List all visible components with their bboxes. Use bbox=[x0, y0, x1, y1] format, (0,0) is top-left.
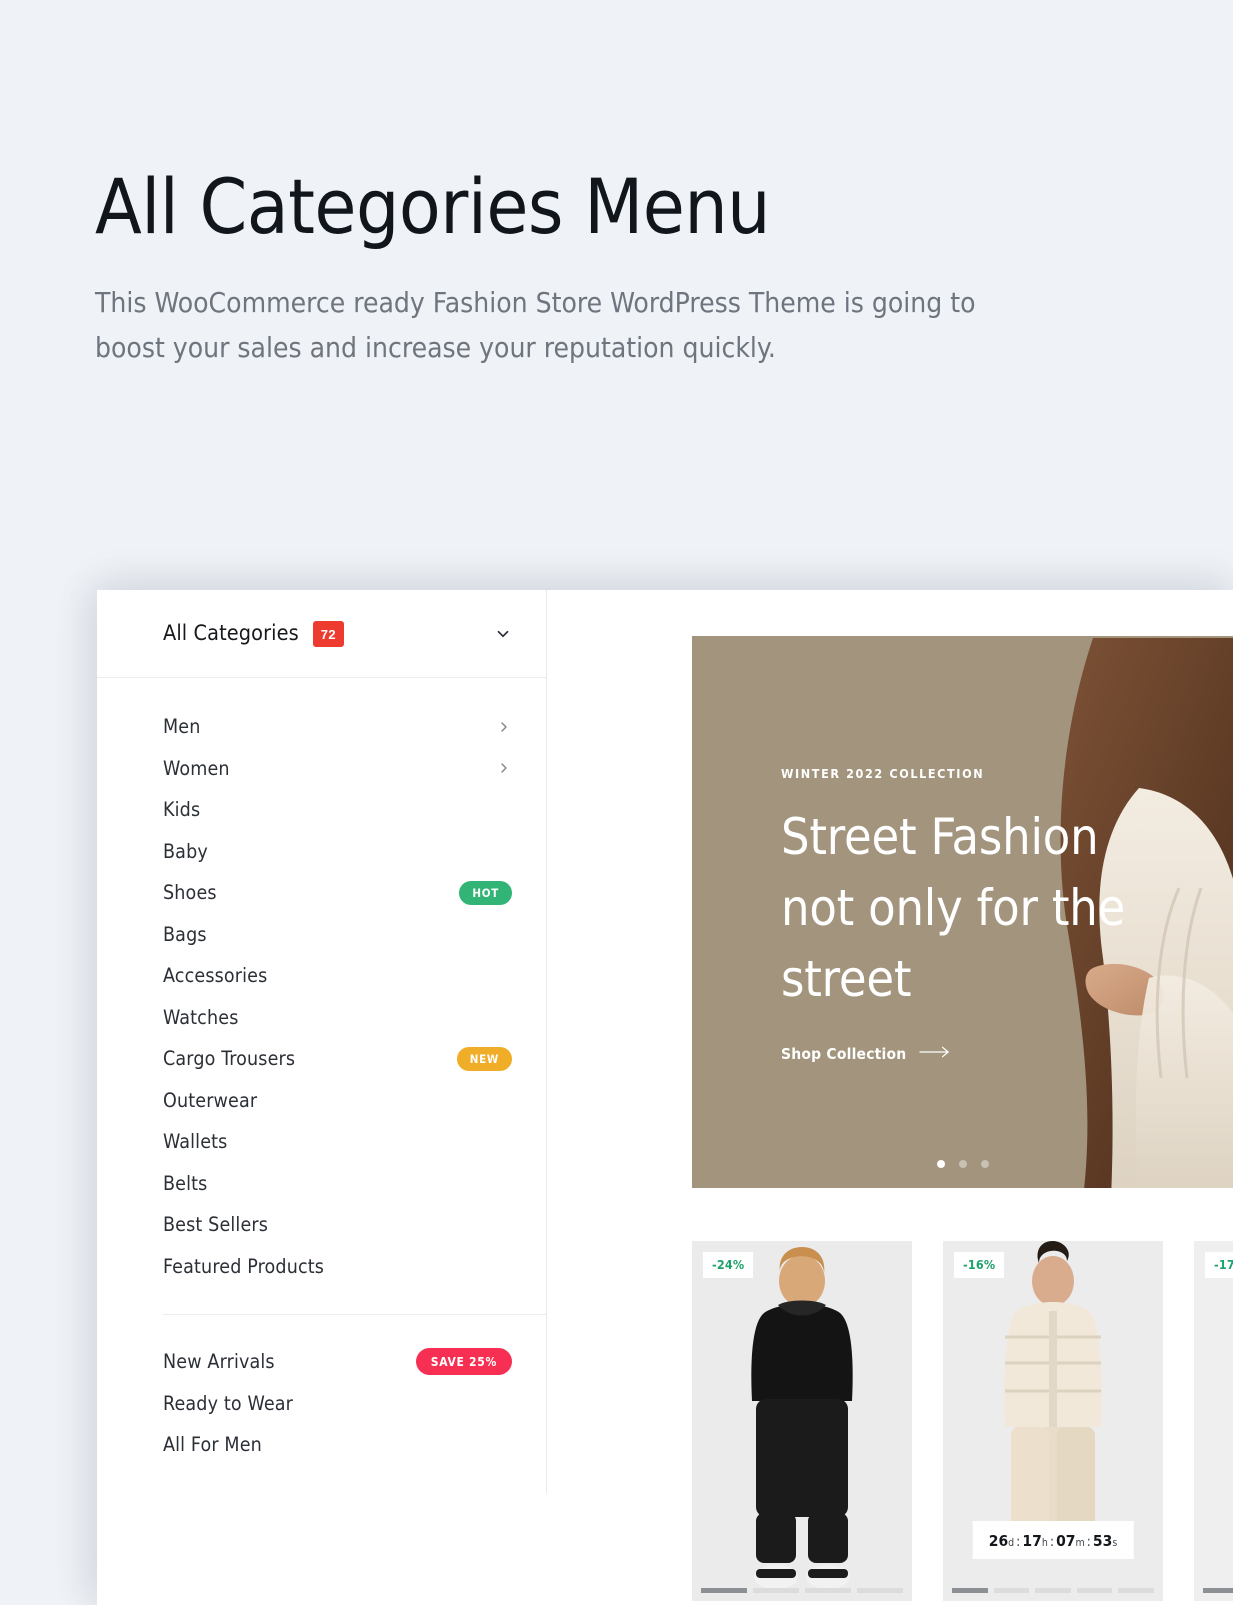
hero-carousel-dot-2[interactable] bbox=[958, 1160, 967, 1168]
shop-collection-button[interactable]: Shop Collection bbox=[781, 1045, 951, 1063]
category-item-label: Belts bbox=[163, 1171, 208, 1195]
category-item-baby[interactable]: Baby bbox=[163, 831, 512, 873]
category-item-belts[interactable]: Belts bbox=[163, 1163, 512, 1205]
hero-eyebrow: WINTER 2022 COLLECTION bbox=[781, 766, 985, 781]
countdown-seconds-unit: s bbox=[1112, 1537, 1118, 1549]
category-item-label: Bags bbox=[163, 922, 207, 946]
product-swatch-1[interactable] bbox=[1203, 1588, 1233, 1593]
category-item-watches[interactable]: Watches bbox=[163, 997, 512, 1039]
arrow-right-icon bbox=[919, 1045, 951, 1063]
primary-category-list: Men Women Kids Baby Shoes HOT Bags Accessories W… bbox=[97, 678, 546, 1287]
discount-badge: -17% bbox=[1205, 1252, 1233, 1278]
product-swatch-3[interactable] bbox=[805, 1588, 851, 1593]
countdown-seconds-value: 53 bbox=[1092, 1532, 1113, 1550]
secondary-category-list: New Arrivals SAVE 25% Ready to Wear All For… bbox=[97, 1341, 546, 1466]
category-item-label: Men bbox=[163, 715, 201, 739]
countdown-separator: : bbox=[1016, 1534, 1021, 1550]
category-item-all-for-men[interactable]: All For Men bbox=[163, 1424, 512, 1466]
category-item-kids[interactable]: Kids bbox=[163, 789, 512, 831]
product-swatch-5[interactable] bbox=[1118, 1588, 1154, 1593]
hero-content: WINTER 2022 COLLECTION Street Fashion no… bbox=[781, 766, 1211, 1064]
category-item-new-arrivals[interactable]: New Arrivals SAVE 25% bbox=[163, 1341, 512, 1383]
intro-section: All Categories Menu This WooCommerce rea… bbox=[95, 168, 1095, 370]
discount-badge: -16% bbox=[954, 1252, 1005, 1278]
category-item-trailing bbox=[496, 760, 512, 776]
category-item-trailing: SAVE 25% bbox=[415, 1348, 512, 1376]
hero-banner[interactable]: WINTER 2022 COLLECTION Street Fashion no… bbox=[692, 636, 1233, 1188]
product-swatch-4[interactable] bbox=[857, 1588, 903, 1593]
category-item-label: Ready to Wear bbox=[163, 1391, 294, 1415]
hero-carousel-dots[interactable] bbox=[936, 1160, 989, 1168]
categories-count-badge: 72 bbox=[312, 620, 344, 647]
all-categories-label: All Categories bbox=[163, 621, 299, 646]
countdown-days-value: 26 bbox=[988, 1532, 1009, 1550]
chevron-down-icon[interactable] bbox=[494, 625, 512, 643]
category-item-men[interactable]: Men bbox=[163, 706, 512, 748]
category-item-outerwear[interactable]: Outerwear bbox=[163, 1080, 512, 1122]
hero-carousel-dot-1[interactable] bbox=[936, 1160, 945, 1168]
category-item-wallets[interactable]: Wallets bbox=[163, 1121, 512, 1163]
product-swatch-1[interactable] bbox=[701, 1588, 747, 1593]
category-item-label: Women bbox=[163, 756, 230, 780]
product-image bbox=[1194, 1241, 1233, 1601]
category-item-cargo-trousers[interactable]: Cargo Trousers NEW bbox=[163, 1038, 512, 1080]
product-swatch-bar bbox=[1203, 1588, 1233, 1593]
category-item-label: New Arrivals bbox=[163, 1350, 275, 1374]
category-item-ready-to-wear[interactable]: Ready to Wear bbox=[163, 1383, 512, 1425]
countdown-hours-value: 17 bbox=[1022, 1532, 1042, 1550]
category-item-label: Kids bbox=[163, 798, 201, 822]
hero-title: Street Fashion not only for the street bbox=[781, 808, 1126, 1008]
countdown-minutes-value: 07 bbox=[1056, 1532, 1076, 1550]
sidebar-divider bbox=[163, 1314, 546, 1315]
page-title: All Categories Menu bbox=[95, 162, 771, 251]
category-badge-hot: HOT bbox=[459, 880, 512, 905]
shop-collection-label: Shop Collection bbox=[781, 1045, 907, 1063]
countdown-separator: : bbox=[1086, 1534, 1091, 1550]
hero-carousel-dot-3[interactable] bbox=[980, 1160, 989, 1168]
category-badge-save: SAVE 25% bbox=[415, 1348, 512, 1376]
product-swatch-bar bbox=[701, 1588, 903, 1593]
countdown-minutes-unit: m bbox=[1075, 1537, 1085, 1549]
page-subtitle: This WooCommerce ready Fashion Store Wor… bbox=[95, 285, 976, 364]
product-image bbox=[692, 1241, 912, 1601]
discount-badge: -24% bbox=[703, 1252, 754, 1278]
category-item-trailing: HOT bbox=[459, 880, 512, 905]
chevron-right-icon[interactable] bbox=[496, 719, 512, 735]
category-item-label: All For Men bbox=[163, 1433, 262, 1457]
categories-sidebar: All Categories 72 Men Women Kids Baby Shoes H… bbox=[97, 590, 547, 1493]
countdown-timer: 26d:17h:07m:53s bbox=[972, 1521, 1134, 1559]
category-item-label: Shoes bbox=[163, 881, 217, 905]
product-swatch-bar bbox=[952, 1588, 1154, 1593]
category-item-label: Cargo Trousers bbox=[163, 1047, 296, 1071]
shop-preview-panel: All Categories 72 Men Women Kids Baby Shoes H… bbox=[97, 590, 1233, 1605]
category-item-featured-products[interactable]: Featured Products bbox=[163, 1246, 512, 1288]
category-item-trailing bbox=[496, 719, 512, 735]
category-item-label: Outerwear bbox=[163, 1088, 258, 1112]
chevron-right-icon[interactable] bbox=[496, 760, 512, 776]
category-item-shoes[interactable]: Shoes HOT bbox=[163, 872, 512, 914]
product-card[interactable]: -16% 26d:17h:07m:53s bbox=[943, 1241, 1163, 1601]
product-swatch-2[interactable] bbox=[993, 1588, 1030, 1593]
category-badge-new: NEW bbox=[456, 1046, 512, 1071]
product-card-row: -24% -16% 26d:17h:07m:53s -17% bbox=[692, 1241, 1233, 1601]
product-swatch-4[interactable] bbox=[1076, 1588, 1113, 1593]
product-card[interactable]: -24% bbox=[692, 1241, 912, 1601]
category-item-accessories[interactable]: Accessories bbox=[163, 955, 512, 997]
product-swatch-3[interactable] bbox=[1035, 1588, 1071, 1593]
category-item-women[interactable]: Women bbox=[163, 748, 512, 790]
product-card[interactable]: -17% bbox=[1194, 1241, 1233, 1601]
category-item-label: Featured Products bbox=[163, 1254, 325, 1278]
category-item-trailing: NEW bbox=[456, 1046, 512, 1071]
category-item-bags[interactable]: Bags bbox=[163, 914, 512, 956]
category-item-best-sellers[interactable]: Best Sellers bbox=[163, 1204, 512, 1246]
category-item-label: Best Sellers bbox=[163, 1213, 269, 1237]
category-item-label: Watches bbox=[163, 1005, 239, 1029]
product-swatch-2[interactable] bbox=[753, 1588, 799, 1593]
category-item-label: Accessories bbox=[163, 964, 268, 988]
all-categories-header[interactable]: All Categories 72 bbox=[97, 590, 546, 678]
category-item-label: Baby bbox=[163, 839, 208, 863]
product-swatch-1[interactable] bbox=[952, 1588, 988, 1593]
category-item-label: Wallets bbox=[163, 1130, 228, 1154]
